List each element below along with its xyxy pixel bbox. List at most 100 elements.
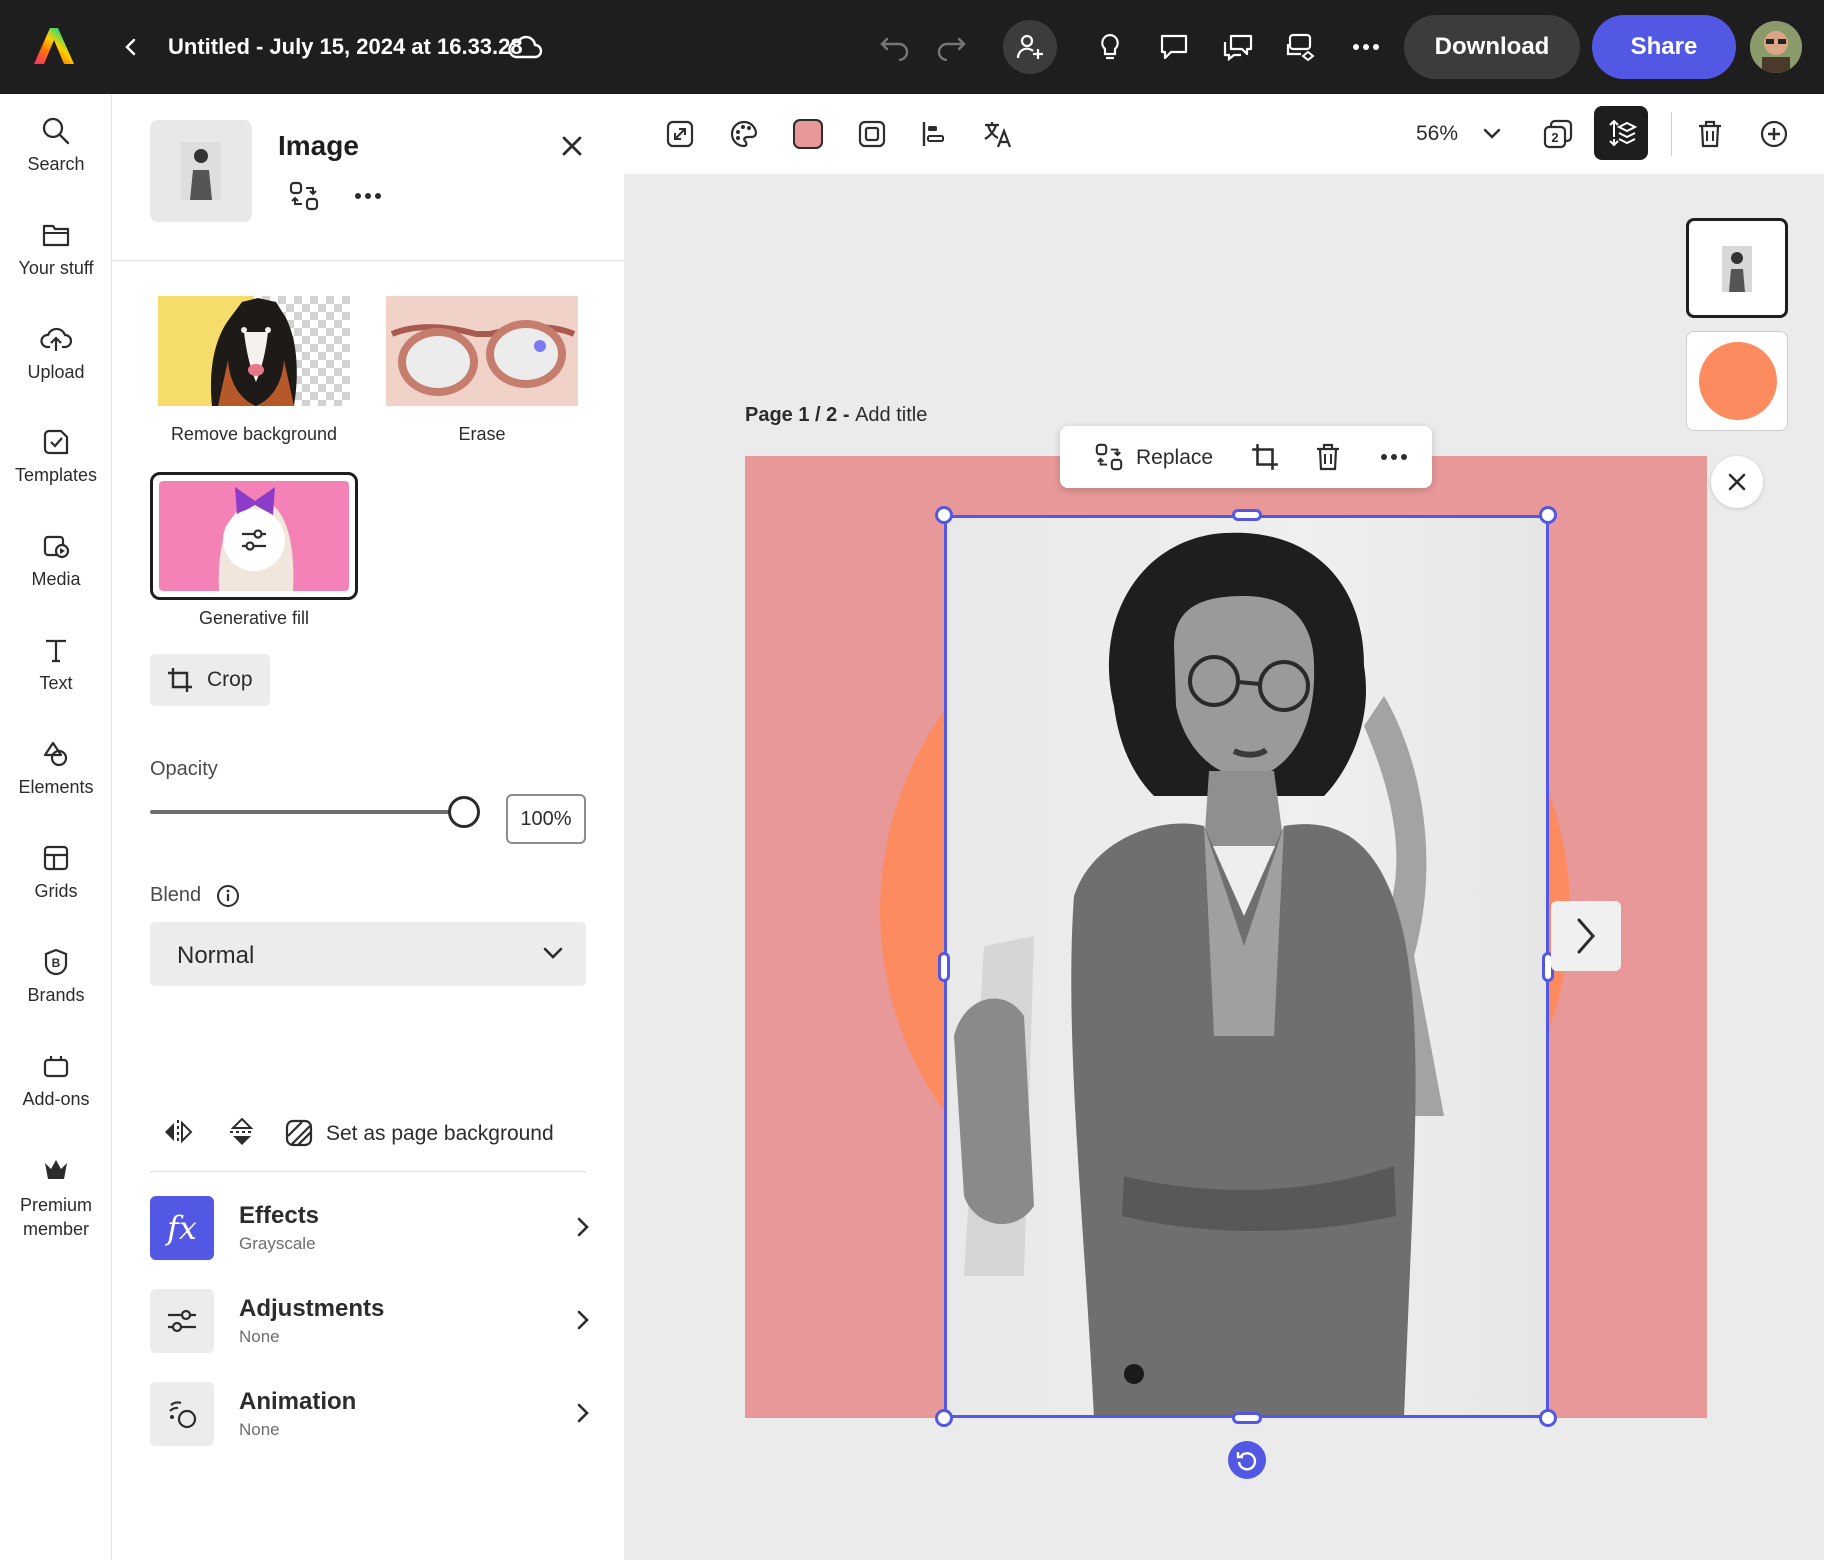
rail-item-label: Grids — [34, 881, 78, 901]
selection-frame[interactable] — [944, 515, 1549, 1418]
rail-item-premium[interactable]: Premium member — [0, 1155, 112, 1241]
crop-icon[interactable] — [1250, 442, 1280, 472]
panel-divider — [112, 260, 624, 261]
resize-icon[interactable] — [658, 112, 702, 156]
opacity-slider-thumb[interactable] — [448, 796, 480, 828]
rail-item-label: Your stuff — [18, 258, 94, 278]
add-title-link[interactable]: Add title — [855, 404, 927, 426]
resize-handle-top-right[interactable] — [1539, 506, 1557, 524]
remove-background-card[interactable] — [150, 288, 358, 414]
resize-handle-bottom-left[interactable] — [935, 1409, 953, 1427]
premium-crown-icon — [0, 1155, 112, 1185]
opacity-slider[interactable] — [150, 794, 486, 830]
color-palette-icon[interactable] — [722, 112, 766, 156]
back-chevron-icon[interactable] — [104, 20, 158, 74]
more-options-icon[interactable] — [1339, 20, 1393, 74]
page-number: Page 1 / 2 - — [745, 404, 856, 426]
blend-mode-select[interactable]: Normal — [150, 922, 586, 986]
erase-card[interactable] — [378, 288, 586, 414]
close-panel-icon[interactable] — [560, 134, 584, 158]
delete-trash-icon[interactable] — [1688, 112, 1732, 156]
animation-title: Animation — [239, 1388, 357, 1415]
adjustments-row[interactable]: Adjustments None — [150, 1289, 590, 1355]
add-page-icon[interactable] — [1752, 112, 1796, 156]
undo-icon[interactable] — [868, 20, 922, 74]
rail-item-label: Upload — [27, 362, 85, 382]
context-toolbar: Replace — [1060, 426, 1432, 488]
resize-handle-bottom[interactable] — [1232, 1412, 1262, 1424]
page-thumbnail-2[interactable] — [1686, 331, 1788, 431]
fill-color-swatch[interactable] — [786, 112, 830, 156]
rotate-handle-icon[interactable] — [1228, 1441, 1266, 1479]
rail-item-label: Templates — [14, 465, 98, 485]
adjustments-title: Adjustments — [239, 1295, 385, 1322]
border-icon[interactable] — [850, 112, 894, 156]
cloud-sync-icon[interactable] — [498, 20, 552, 74]
set-page-background-button[interactable]: Set as page background — [284, 1116, 564, 1150]
folder-icon — [0, 220, 112, 250]
next-page-chevron-icon[interactable] — [1551, 901, 1621, 971]
resize-handle-left[interactable] — [938, 952, 950, 982]
remove-background-label: Remove background — [170, 424, 338, 444]
animation-subtitle: None — [239, 1420, 280, 1439]
rail-item-media[interactable]: Media — [0, 531, 112, 590]
elements-icon — [0, 739, 112, 769]
document-title[interactable]: Untitled - July 15, 2024 at 16.33.28 — [168, 34, 523, 60]
redo-icon[interactable] — [924, 20, 978, 74]
chevron-right-icon — [576, 1309, 590, 1331]
adobe-express-logo[interactable] — [32, 24, 76, 68]
delete-icon[interactable] — [1314, 442, 1342, 472]
lightbulb-icon[interactable] — [1083, 20, 1137, 74]
user-avatar[interactable] — [1750, 21, 1802, 73]
zoom-level[interactable]: 56% — [1416, 122, 1458, 146]
canvas-toolbar: 56% 2 — [624, 94, 1824, 174]
close-icon[interactable] — [1711, 456, 1763, 508]
align-icon[interactable] — [912, 112, 956, 156]
context-more-icon[interactable] — [1380, 453, 1408, 461]
rail-item-brands[interactable]: B Brands — [0, 947, 112, 1006]
generative-fill-sliders-icon — [223, 509, 285, 571]
fx-icon: fx — [150, 1196, 214, 1260]
rail-item-text[interactable]: Text — [0, 635, 112, 694]
replace-image-icon[interactable] — [288, 180, 320, 212]
rail-item-upload[interactable]: Upload — [0, 324, 112, 383]
brands-icon: B — [0, 947, 112, 977]
zoom-chevron-down-icon[interactable] — [1470, 112, 1514, 156]
resize-handle-top-left[interactable] — [935, 506, 953, 524]
rail-item-your-stuff[interactable]: Your stuff — [0, 220, 112, 279]
layers-panel-icon[interactable] — [1594, 106, 1648, 160]
animation-row[interactable]: Animation None — [150, 1382, 590, 1448]
effects-subtitle: Grayscale — [239, 1234, 316, 1253]
rail-item-search[interactable]: Search — [0, 116, 112, 175]
flip-vertical-icon[interactable] — [228, 1116, 256, 1148]
rail-item-grids[interactable]: Grids — [0, 843, 112, 902]
toolbar-separator — [1671, 112, 1672, 156]
review-share-icon[interactable] — [1274, 20, 1328, 74]
resize-handle-bottom-right[interactable] — [1539, 1409, 1557, 1427]
resize-handle-top[interactable] — [1232, 509, 1262, 521]
crop-button[interactable]: Crop — [150, 654, 270, 706]
opacity-value-field[interactable]: 100% — [506, 794, 586, 844]
flip-horizontal-icon[interactable] — [162, 1118, 194, 1146]
rail-item-elements[interactable]: Elements — [0, 739, 112, 798]
panel-divider-2 — [150, 1171, 586, 1172]
replace-button[interactable]: Replace — [1094, 440, 1226, 474]
panel-more-icon[interactable] — [354, 192, 382, 200]
share-button[interactable]: Share — [1592, 15, 1736, 79]
effects-title: Effects — [239, 1202, 320, 1229]
effects-row[interactable]: fx Effects Grayscale — [150, 1196, 590, 1262]
invite-user-icon[interactable] — [1003, 20, 1057, 74]
top-bar: Untitled - July 15, 2024 at 16.33.28 Dow… — [0, 0, 1824, 94]
download-button[interactable]: Download — [1404, 15, 1580, 79]
rail-item-label: Brands — [27, 985, 85, 1005]
pages-icon[interactable]: 2 — [1536, 112, 1580, 156]
generative-fill-card[interactable] — [150, 472, 358, 600]
blend-info-icon[interactable] — [216, 884, 240, 908]
comments-thread-icon[interactable] — [1211, 20, 1265, 74]
blend-mode-value: Normal — [177, 942, 255, 969]
translate-icon[interactable] — [976, 112, 1020, 156]
rail-item-addons[interactable]: Add-ons — [0, 1051, 112, 1110]
rail-item-templates[interactable]: Templates — [0, 427, 112, 486]
comment-icon[interactable] — [1147, 20, 1201, 74]
page-thumbnail-1[interactable] — [1686, 218, 1788, 318]
